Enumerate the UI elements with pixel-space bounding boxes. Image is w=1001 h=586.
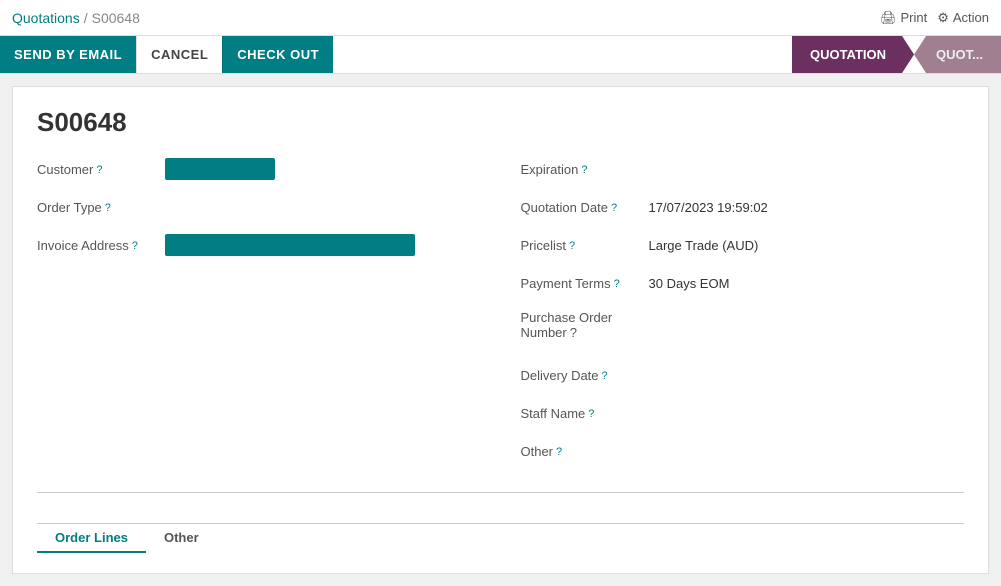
- purchase-order-label: Purchase Order Number ?: [521, 310, 641, 340]
- delivery-date-help-icon[interactable]: ?: [602, 370, 608, 382]
- document-title: S00648: [37, 107, 964, 138]
- action-link[interactable]: ⚙ Action: [937, 10, 989, 26]
- delivery-date-value[interactable]: [649, 364, 965, 368]
- send-by-email-button[interactable]: SEND BY EMAIL: [0, 36, 136, 73]
- top-bar: Quotations / S00648 🖨 Print ⚙ Action: [0, 0, 1001, 36]
- top-bar-actions: 🖨 Print ⚙ Action: [880, 10, 989, 26]
- expiration-label: Expiration ?: [521, 158, 641, 177]
- invoice-address-input[interactable]: [165, 234, 415, 259]
- payment-terms-row: Payment Terms ? 30 Days EOM: [521, 272, 965, 300]
- staff-name-value[interactable]: [649, 402, 965, 406]
- breadcrumb-parent[interactable]: Quotations: [12, 10, 80, 26]
- quotation-date-label: Quotation Date ?: [521, 196, 641, 215]
- customer-row: Customer ?: [37, 158, 481, 186]
- breadcrumb: Quotations / S00648: [12, 10, 140, 26]
- customer-help-icon[interactable]: ?: [96, 164, 102, 176]
- tab-other[interactable]: Other: [146, 524, 217, 553]
- pricelist-help-icon[interactable]: ?: [569, 240, 575, 252]
- delivery-date-label: Delivery Date ?: [521, 364, 641, 383]
- quotation-date-row: Quotation Date ? 17/07/2023 19:59:02: [521, 196, 965, 224]
- expiration-row: Expiration ?: [521, 158, 965, 186]
- other-row: Other ?: [521, 440, 965, 468]
- print-link[interactable]: 🖨 Print: [880, 10, 927, 26]
- order-type-help-icon[interactable]: ?: [105, 202, 111, 214]
- purchase-order-help-icon[interactable]: ?: [570, 325, 577, 340]
- form-right: Expiration ? Quotation Date ? 17/07/2023…: [521, 158, 965, 468]
- other-label: Other ?: [521, 440, 641, 459]
- action-bar: SEND BY EMAIL CANCEL CHECK OUT QUOTATION…: [0, 36, 1001, 74]
- customer-input[interactable]: [165, 158, 275, 183]
- staff-name-row: Staff Name ?: [521, 402, 965, 430]
- print-icon: 🖨: [880, 10, 897, 26]
- payment-terms-value[interactable]: 30 Days EOM: [649, 272, 965, 291]
- status-tab-quotation[interactable]: QUOTATION: [792, 36, 914, 73]
- invoice-address-row: Invoice Address ?: [37, 234, 481, 262]
- quotation-date-value: 17/07/2023 19:59:02: [649, 196, 965, 215]
- pricelist-row: Pricelist ? Large Trade (AUD): [521, 234, 965, 262]
- separator: [37, 492, 964, 493]
- print-label: Print: [900, 10, 927, 25]
- quotation-date-help-icon[interactable]: ?: [611, 202, 617, 214]
- expiration-help-icon[interactable]: ?: [581, 164, 587, 176]
- delivery-date-row: Delivery Date ?: [521, 364, 965, 392]
- cancel-button[interactable]: CANCEL: [136, 36, 222, 73]
- other-value[interactable]: [649, 440, 965, 444]
- form-grid: Customer ? Order Type ? Invoice Address …: [37, 158, 964, 468]
- quotation-tab-label: QUOTATION: [810, 47, 886, 62]
- gear-icon: ⚙: [937, 10, 949, 26]
- pricelist-value[interactable]: Large Trade (AUD): [649, 234, 965, 253]
- breadcrumb-separator: /: [84, 10, 88, 26]
- status-tab-quot[interactable]: QUOT...: [914, 36, 1001, 73]
- purchase-order-row: Purchase Order Number ?: [521, 310, 965, 354]
- customer-label: Customer ?: [37, 158, 157, 177]
- action-label: Action: [953, 10, 989, 25]
- checkout-button[interactable]: CHECK OUT: [222, 36, 333, 73]
- staff-name-help-icon[interactable]: ?: [588, 408, 594, 420]
- form-left: Customer ? Order Type ? Invoice Address …: [37, 158, 481, 468]
- main-content: S00648 Customer ? Order Type ?: [12, 86, 989, 574]
- expiration-value[interactable]: [649, 158, 965, 162]
- staff-name-label: Staff Name ?: [521, 402, 641, 421]
- quot-tab-label: QUOT...: [936, 47, 983, 62]
- other-help-icon[interactable]: ?: [556, 446, 562, 458]
- purchase-order-value[interactable]: [649, 310, 965, 314]
- action-bar-left: SEND BY EMAIL CANCEL CHECK OUT: [0, 36, 792, 73]
- order-type-row: Order Type ?: [37, 196, 481, 224]
- invoice-address-help-icon[interactable]: ?: [132, 240, 138, 252]
- status-tabs: QUOTATION QUOT...: [792, 36, 1001, 73]
- order-type-label: Order Type ?: [37, 196, 157, 215]
- payment-terms-label: Payment Terms ?: [521, 272, 641, 291]
- order-type-value[interactable]: [165, 196, 481, 200]
- invoice-address-label: Invoice Address ?: [37, 234, 157, 253]
- tab-order-lines[interactable]: Order Lines: [37, 524, 146, 553]
- bottom-tab-bar: Order Lines Other: [37, 523, 964, 553]
- pricelist-label: Pricelist ?: [521, 234, 641, 253]
- payment-terms-help-icon[interactable]: ?: [614, 278, 620, 290]
- breadcrumb-current: S00648: [92, 10, 140, 26]
